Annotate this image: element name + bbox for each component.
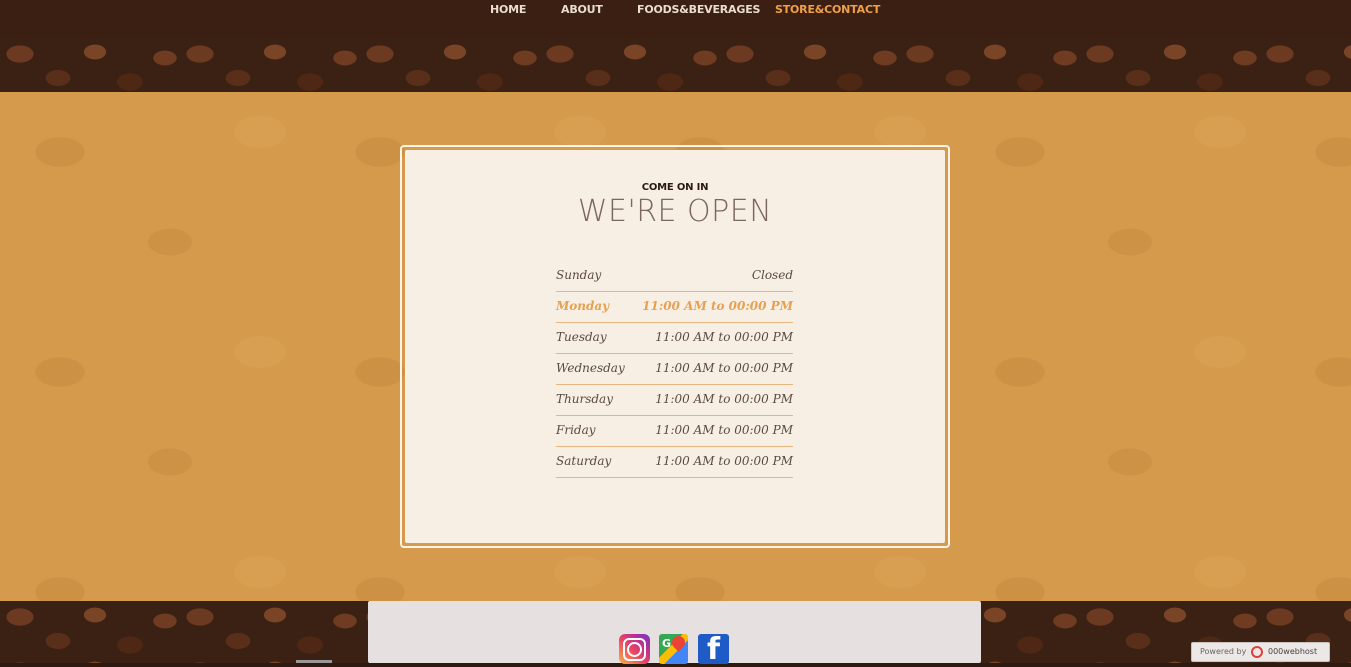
hours-time: 11:00 AM to 00:00 PM	[642, 299, 793, 313]
hours-title: WE'RE OPEN	[577, 194, 773, 229]
hours-day: Monday	[556, 299, 610, 313]
hours-time: 11:00 AM to 00:00 PM	[655, 330, 793, 344]
webhost-name: 000webhost	[1268, 647, 1318, 656]
hours-row-sunday: Sunday Closed	[556, 261, 793, 292]
map-pin-icon	[669, 633, 688, 652]
hours-day: Sunday	[556, 268, 602, 282]
hours-row-monday: Monday 11:00 AM to 00:00 PM	[556, 292, 793, 323]
hours-list: Sunday Closed Monday 11:00 AM to 00:00 P…	[556, 261, 793, 478]
facebook-icon[interactable]: f	[698, 632, 729, 667]
hours-card: COME ON IN WE'RE OPEN Sunday Closed Mond…	[405, 150, 945, 543]
hours-day: Tuesday	[556, 330, 607, 344]
hours-day: Wednesday	[556, 361, 625, 375]
hours-row-tuesday: Tuesday 11:00 AM to 00:00 PM	[556, 323, 793, 354]
hours-kicker: COME ON IN	[641, 182, 709, 193]
google-maps-icon[interactable]: G	[659, 633, 688, 664]
hours-time: 11:00 AM to 00:00 PM	[655, 361, 793, 375]
footer-social-panel: G f	[368, 601, 981, 667]
hours-row-thursday: Thursday 11:00 AM to 00:00 PM	[556, 385, 793, 416]
hours-time: 11:00 AM to 00:00 PM	[655, 454, 793, 468]
hours-day: Saturday	[556, 454, 612, 468]
hours-time: 11:00 AM to 00:00 PM	[655, 392, 793, 406]
hours-time: 11:00 AM to 00:00 PM	[655, 423, 793, 437]
hours-row-wednesday: Wednesday 11:00 AM to 00:00 PM	[556, 354, 793, 385]
instagram-icon[interactable]	[619, 634, 650, 664]
instagram-lens	[627, 642, 642, 657]
hours-day: Thursday	[556, 392, 613, 406]
powered-by-label: Powered by	[1200, 647, 1247, 656]
nav-about-link[interactable]: ABOUT	[561, 3, 603, 16]
facebook-glyph: f	[707, 632, 721, 667]
nav-store-contact-link[interactable]: STORE&CONTACT	[775, 3, 880, 16]
hours-time: Closed	[751, 268, 793, 282]
webhost-logo-icon	[1251, 646, 1263, 658]
coffee-beans-banner-top	[0, 38, 1351, 92]
nav-home-link[interactable]: HOME	[490, 3, 526, 16]
hours-row-saturday: Saturday 11:00 AM to 00:00 PM	[556, 447, 793, 478]
hours-row-friday: Friday 11:00 AM to 00:00 PM	[556, 416, 793, 447]
maps-glyph: G	[662, 637, 672, 650]
nav-foods-beverages-link[interactable]: FOODS&BEVERAGES	[637, 3, 760, 16]
powered-by-badge[interactable]: Powered by 000webhost	[1191, 642, 1330, 662]
top-navigation: HOME ABOUT FOODS&BEVERAGES STORE&CONTACT	[0, 0, 1351, 38]
hours-day: Friday	[556, 423, 596, 437]
